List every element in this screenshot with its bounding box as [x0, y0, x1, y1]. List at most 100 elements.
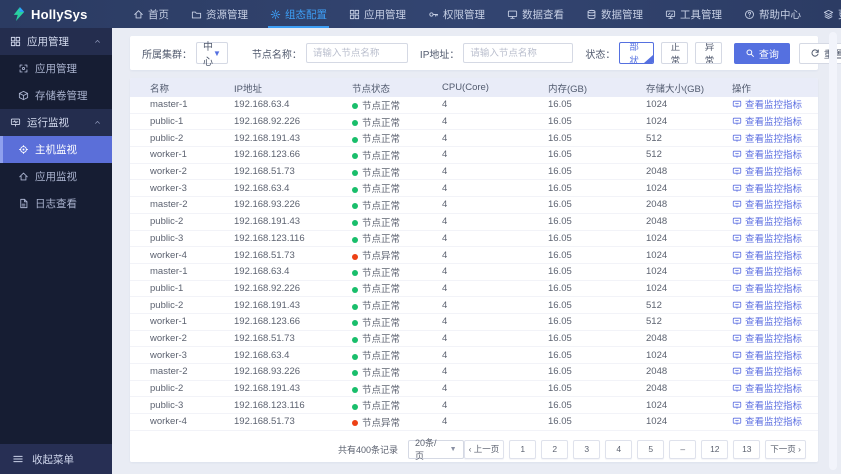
cell-status: 节点正常 [352, 213, 442, 231]
monitor-metrics-icon [732, 101, 742, 109]
pagination-next[interactable]: 下一页 › [765, 439, 806, 459]
resource-icon [191, 11, 202, 18]
sidebar-group-label: 应用管理 [27, 36, 69, 48]
view-metrics-link[interactable]: 查看监控指标 [732, 348, 802, 362]
cell-action: 查看监控指标 [732, 230, 818, 248]
view-metrics-link[interactable]: 查看监控指标 [732, 197, 802, 211]
table-header-row: 名称 IP地址 节点状态 CPU(Core) 内存(GB) 存储大小(GB) 操作 [130, 78, 818, 97]
cell-storage: 1024 [646, 413, 732, 431]
monitor-metrics-icon [732, 384, 742, 392]
pagination-page-1[interactable]: 1 [509, 439, 537, 459]
status-option-normal[interactable]: 正常 [660, 42, 688, 64]
page-scrollbar[interactable] [829, 32, 837, 470]
cell-action: 查看监控指标 [732, 179, 818, 198]
cell-ip: 192.168.123.66 [234, 313, 352, 331]
view-metrics-link[interactable]: 查看监控指标 [732, 97, 802, 111]
status-option-label: 全部状态 [629, 42, 639, 64]
status-dot-icon [352, 303, 358, 310]
status-option-all[interactable]: 全部状态 [619, 42, 654, 64]
pagination-prev[interactable]: ‹ 上一页 [463, 439, 505, 459]
cell-ip: 192.168.191.43 [234, 213, 352, 231]
nav-item-label: 应用管理 [364, 8, 406, 21]
column-header: 内存(GB) [548, 78, 646, 97]
nav-item-home[interactable]: 首页 [122, 0, 180, 28]
table-row: worker-3 192.168.63.4 节点正常 4 16.05 1024 查看监控指标 [130, 346, 818, 364]
table-row: public-2 192.168.191.43 节点正常 4 16.05 512 查看监控指… [130, 296, 818, 314]
view-metrics-link[interactable]: 查看监控指标 [732, 114, 802, 128]
view-metrics-link[interactable]: 查看监控指标 [732, 248, 802, 262]
cell-storage: 1024 [646, 246, 732, 264]
view-metrics-link[interactable]: 查看监控指标 [732, 131, 802, 145]
view-metrics-link[interactable]: 查看监控指标 [732, 314, 802, 328]
view-metrics-link[interactable]: 查看监控指标 [732, 231, 802, 245]
cell-status: 节点正常 [352, 179, 442, 198]
status-dot-icon [352, 286, 358, 293]
view-metrics-link[interactable]: 查看监控指标 [732, 298, 802, 312]
nav-item-data-manage[interactable]: 数据管理 [575, 0, 654, 28]
cell-action: 查看监控指标 [732, 97, 818, 114]
cell-status: 节点正常 [352, 230, 442, 248]
sidebar-group-app-manage-group[interactable]: 应用管理 [0, 28, 112, 55]
main-nav: 首页 资源管理 组态配置 应用管理 权限管理 数据查看 数据管理 工具管理 帮助中心更多▾ [122, 0, 841, 28]
pagination-ellipsis[interactable]: – [669, 439, 697, 459]
view-metrics-link[interactable]: 查看监控指标 [732, 281, 802, 295]
pagination-page-4[interactable]: 4 [605, 439, 633, 459]
view-metrics-link[interactable]: 查看监控指标 [732, 381, 802, 395]
view-metrics-link[interactable]: 查看监控指标 [732, 331, 802, 345]
view-metrics-link[interactable]: 查看监控指标 [732, 398, 802, 412]
cluster-select[interactable]: 中心 ▼ [196, 42, 228, 68]
view-metrics-link[interactable]: 查看监控指标 [732, 164, 802, 178]
status-dot-icon [352, 153, 358, 160]
nav-item-help-center[interactable]: 帮助中心 [733, 0, 812, 28]
sidebar-item-log-view[interactable]: 日志查看 [0, 190, 112, 217]
pagination: ‹ 上一页 1 2 3 4 5–12 13 下一页 › [463, 439, 806, 459]
sidebar-item-app-manage[interactable]: 应用管理 [0, 55, 112, 82]
view-metrics-link[interactable]: 查看监控指标 [732, 264, 802, 278]
page-size-select[interactable]: 20条/页 ▼ [408, 438, 464, 461]
nav-item-label: 帮助中心 [759, 8, 801, 21]
view-metrics-link[interactable]: 查看监控指标 [732, 214, 802, 228]
cell-name: master-2 [130, 196, 234, 214]
pagination-page-12[interactable]: 12 [701, 439, 729, 459]
nav-item-tool-manage[interactable]: 工具管理 [654, 0, 733, 28]
view-metrics-link[interactable]: 查看监控指标 [732, 181, 802, 195]
pagination-page-2[interactable]: 2 [541, 439, 569, 459]
cell-cpu: 4 [442, 179, 548, 198]
sidebar-item-host-monitor[interactable]: 主机监视 [0, 136, 112, 163]
nav-item-permission-manage[interactable]: 权限管理 [417, 0, 496, 28]
nav-item-config[interactable]: 组态配置 [259, 0, 338, 28]
top-navbar: HollySys 首页 资源管理 组态配置 应用管理 权限管理 数据查看 数据管理 工具管理 帮… [0, 0, 841, 28]
table-row: worker-2 192.168.51.73 节点正常 4 16.05 2048 查看监控指… [130, 330, 818, 348]
nav-item-more[interactable]: 更多▾ [812, 0, 841, 28]
pagination-page-5[interactable]: 5 [637, 439, 665, 459]
cell-storage: 1024 [646, 346, 732, 364]
cell-storage: 2048 [646, 330, 732, 348]
collapse-menu-button[interactable]: 收起菜单 [0, 444, 112, 474]
monitor-metrics-icon [732, 368, 742, 376]
cell-name: worker-3 [130, 179, 234, 198]
nav-item-app-manage[interactable]: 应用管理 [338, 0, 417, 28]
cell-ip: 192.168.63.4 [234, 179, 352, 198]
status-option-abnormal[interactable]: 异常 [694, 42, 722, 64]
cell-status: 节点正常 [352, 129, 442, 148]
search-button[interactable]: 查询 [733, 42, 790, 64]
sidebar-item-storage-volume-manage[interactable]: 存储卷管理 [0, 82, 112, 109]
nav-item-resource-manage[interactable]: 资源管理 [180, 0, 259, 28]
logo[interactable]: HollySys [0, 7, 122, 22]
sidebar-item-app-monitor[interactable]: 应用监视 [0, 163, 112, 190]
pagination-page-3[interactable]: 3 [573, 439, 601, 459]
status-dot-icon [352, 353, 358, 360]
sidebar-group-run-monitor-group[interactable]: 运行监视 [0, 109, 112, 136]
ip-input[interactable] [463, 43, 574, 63]
pagination-page-13[interactable]: 13 [733, 439, 761, 459]
nav-item-data-view[interactable]: 数据查看 [496, 0, 575, 28]
log-icon [20, 198, 28, 209]
node-name-input[interactable] [305, 43, 408, 63]
view-metrics-link[interactable]: 查看监控指标 [732, 364, 802, 378]
cell-ip: 192.168.63.4 [234, 346, 352, 364]
view-metrics-link[interactable]: 查看监控指标 [732, 414, 802, 428]
cell-status: 节点正常 [352, 396, 442, 415]
cell-storage: 1024 [646, 113, 732, 131]
view-metrics-link[interactable]: 查看监控指标 [732, 147, 802, 161]
cell-name: worker-2 [130, 163, 234, 181]
